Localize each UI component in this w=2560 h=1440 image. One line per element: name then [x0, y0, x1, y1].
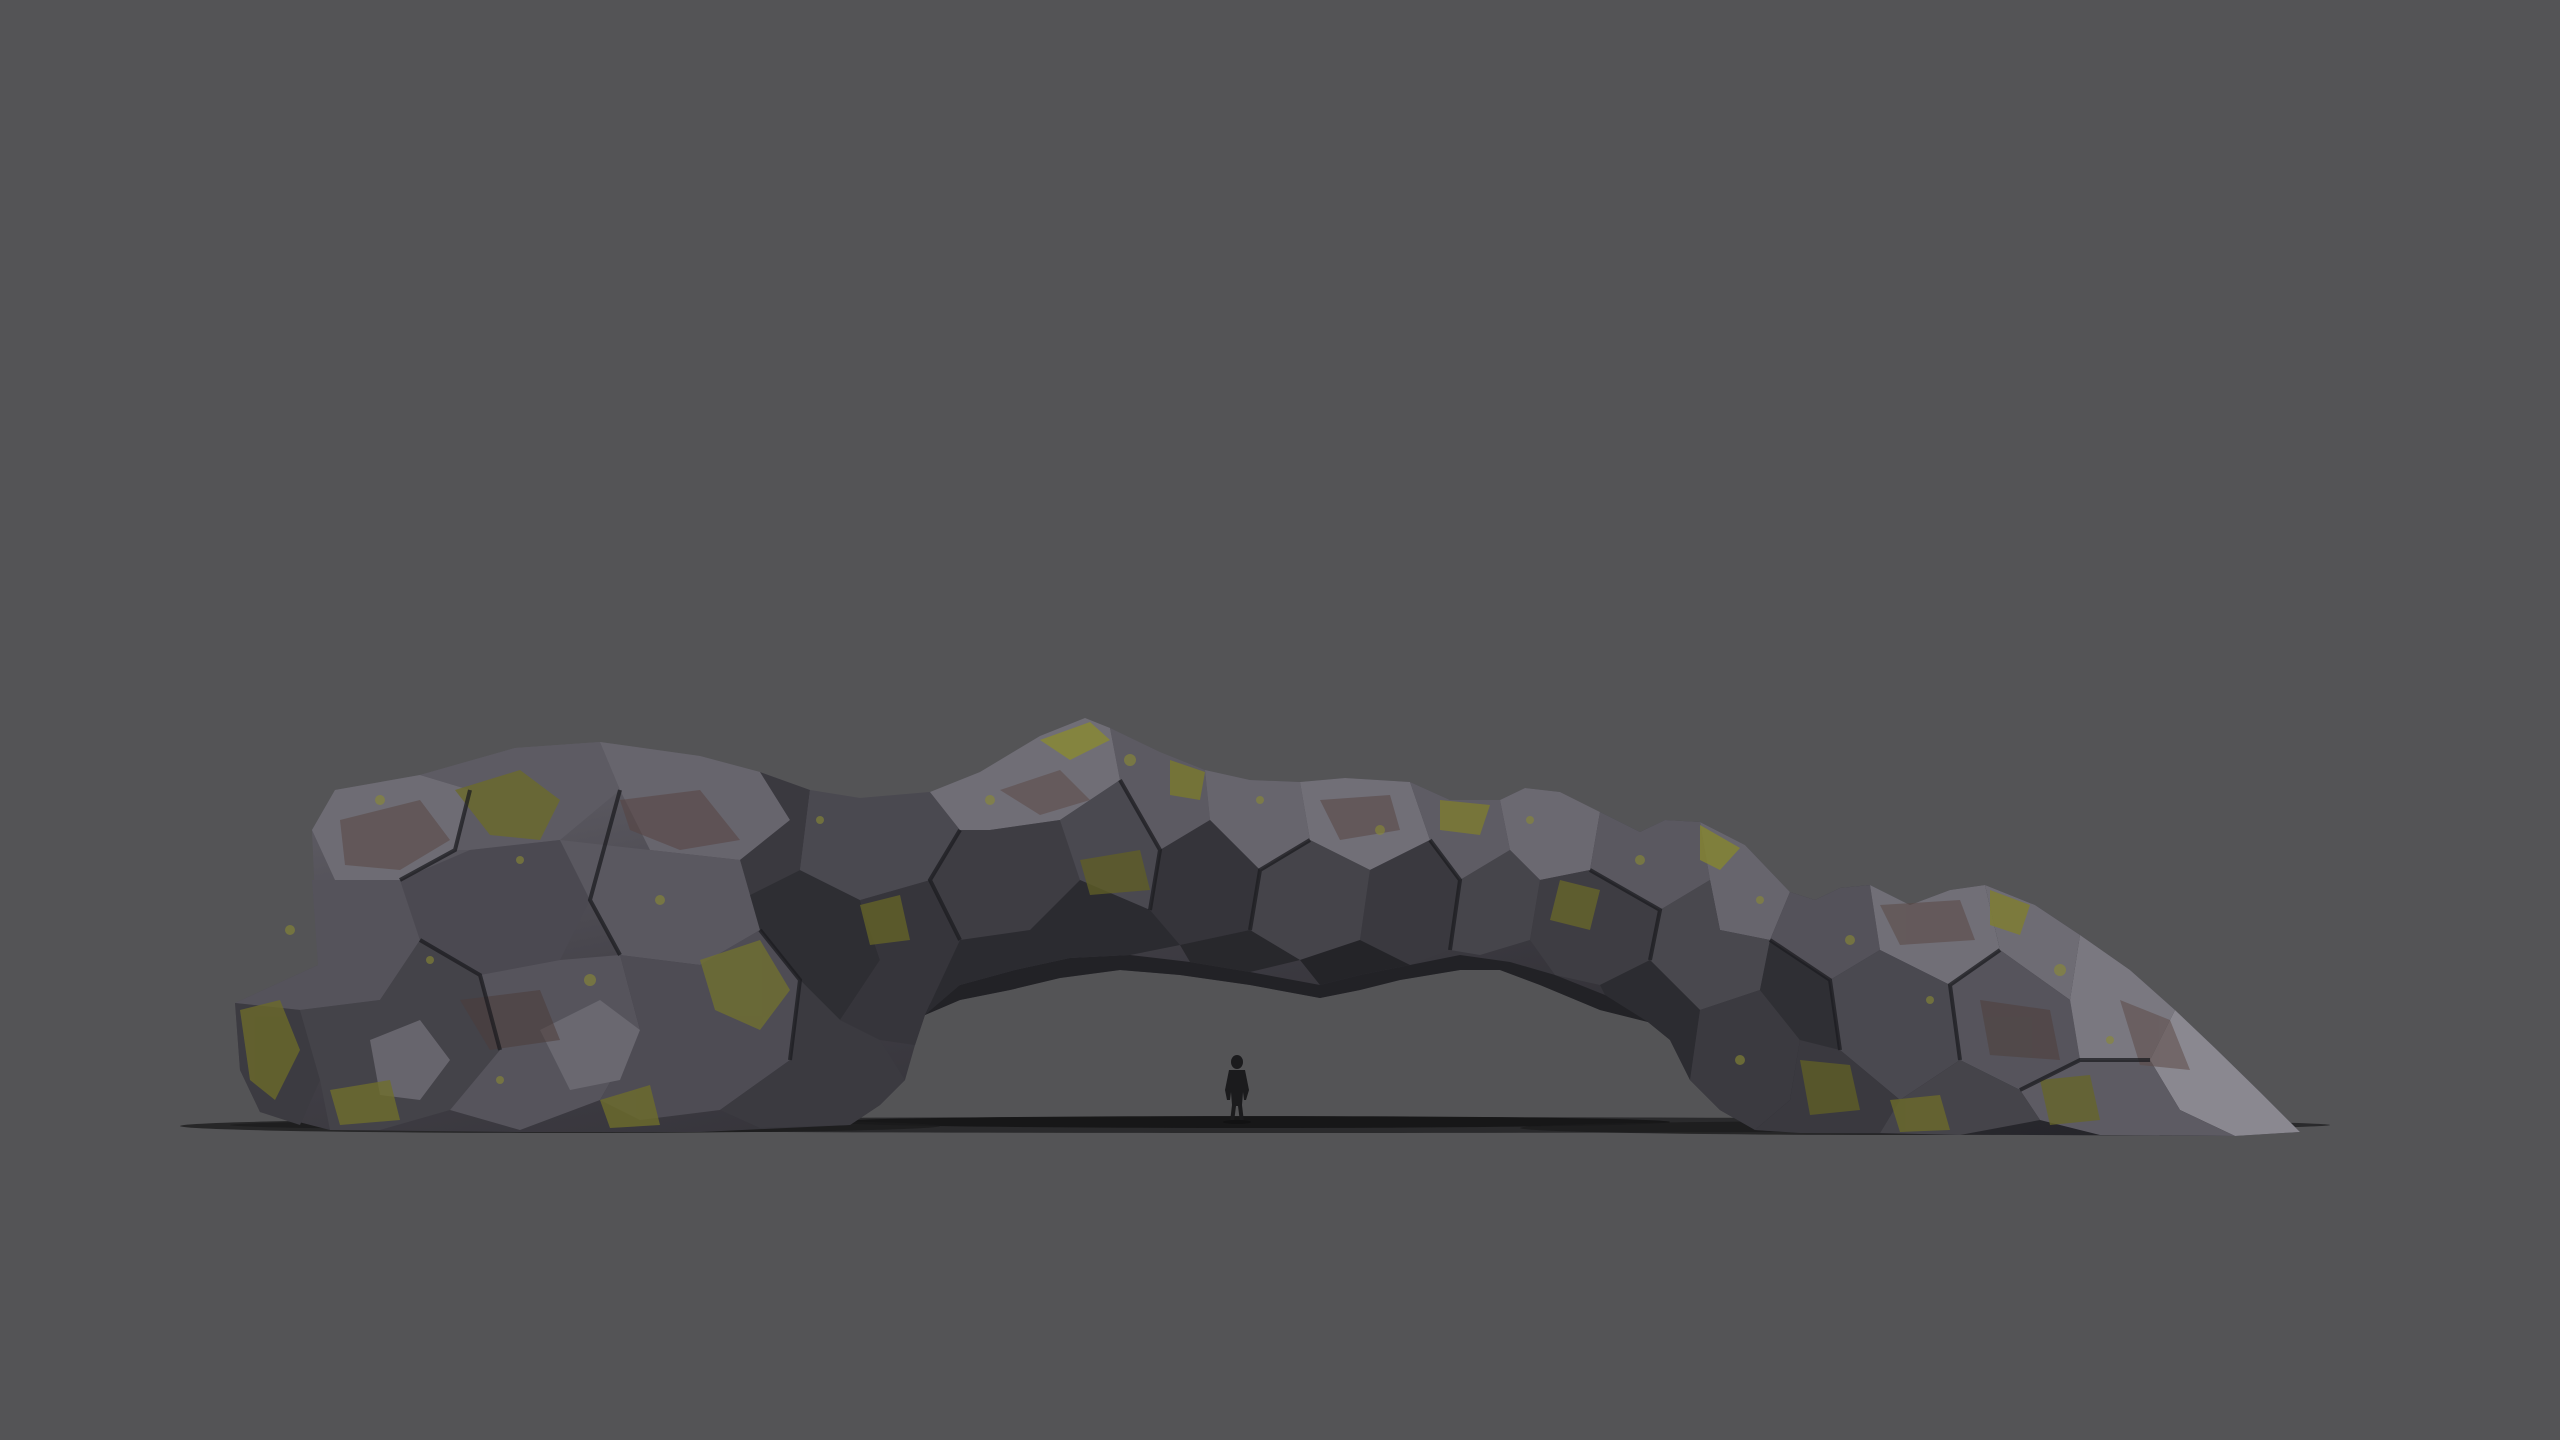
rock-arch-scene	[0, 0, 2560, 1440]
background	[0, 0, 2560, 1440]
render-viewport	[0, 0, 2560, 1440]
